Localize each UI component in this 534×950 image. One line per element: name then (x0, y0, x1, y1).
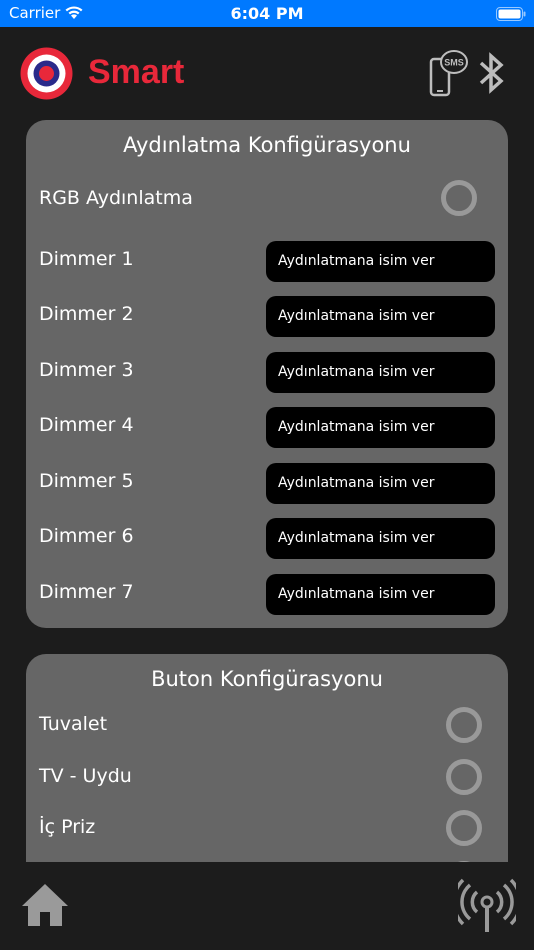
status-time: 6:04 PM (230, 4, 304, 23)
dimmer-4-name-input[interactable]: Aydınlatmana isim ver (266, 407, 495, 448)
bluetooth-icon[interactable] (477, 49, 507, 97)
dimmer-6-name-input[interactable]: Aydınlatmana isim ver (266, 518, 495, 559)
target-logo-icon (20, 47, 73, 100)
bottom-tab-bar (0, 862, 534, 950)
tv-uydu-toggle[interactable] (446, 759, 482, 795)
dimmer-4-label: Dimmer 4 (39, 414, 134, 436)
dimmer-2-label: Dimmer 2 (39, 303, 134, 325)
button-card-title: Buton Konfigürasyonu (151, 667, 383, 691)
dimmer-5-name-input[interactable]: Aydınlatmana isim ver (266, 463, 495, 504)
antenna-icon[interactable] (458, 878, 516, 934)
button-config-card: Buton Konfigürasyonu Tuvalet TV - Uydu İ… (26, 654, 508, 862)
dimmer-7-label: Dimmer 7 (39, 581, 134, 603)
dimmer-3-name-input[interactable]: Aydınlatmana isim ver (266, 352, 495, 393)
sms-icon[interactable]: SMS (428, 49, 468, 99)
dimmer-6-label: Dimmer 6 (39, 525, 134, 547)
brand-title: Smart (88, 53, 185, 91)
sms-icon-text: SMS (444, 58, 464, 68)
config-scroll-area[interactable]: Aydınlatma Konfigürasyonu RGB Aydınlatma… (0, 120, 534, 862)
dimmer-1-label: Dimmer 1 (39, 248, 134, 270)
dimmer-5-label: Dimmer 5 (39, 470, 134, 492)
home-icon[interactable] (20, 882, 70, 928)
button-item-label: TV - Uydu (39, 765, 132, 787)
battery-icon (496, 7, 526, 21)
lighting-config-card: Aydınlatma Konfigürasyonu RGB Aydınlatma… (26, 120, 508, 628)
status-bar: Carrier 6:04 PM (0, 0, 534, 27)
rgb-lighting-label: RGB Aydınlatma (39, 187, 193, 209)
ic-priz-toggle[interactable] (446, 810, 482, 846)
tuvalet-toggle[interactable] (446, 707, 482, 743)
dimmer-7-name-input[interactable]: Aydınlatmana isim ver (266, 574, 495, 615)
app-header: Smart SMS (0, 27, 534, 120)
dimmer-2-name-input[interactable]: Aydınlatmana isim ver (266, 296, 495, 337)
button-item-label: İç Priz (39, 816, 96, 838)
rgb-lighting-toggle[interactable] (441, 180, 477, 216)
lighting-card-title: Aydınlatma Konfigürasyonu (123, 133, 411, 157)
button-item-label: Tuvalet (39, 713, 108, 735)
dimmer-3-label: Dimmer 3 (39, 359, 134, 381)
dimmer-1-name-input[interactable]: Aydınlatmana isim ver (266, 241, 495, 282)
